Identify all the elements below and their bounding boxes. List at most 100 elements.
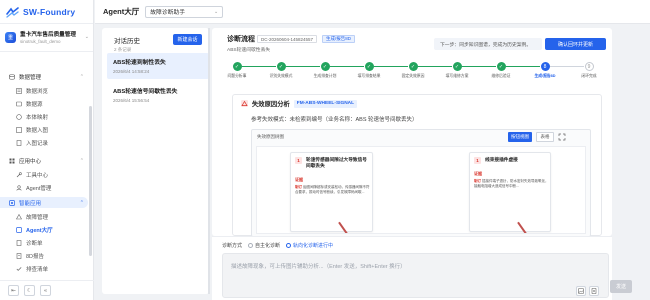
sidebar-item-data-browse[interactable]: 数据浏览: [0, 85, 88, 96]
sidebar-item-tool-center[interactable]: 工具中心: [0, 169, 88, 180]
agent-select[interactable]: 故障诊断助手 ⌄: [145, 5, 224, 18]
expand-icon[interactable]: [558, 133, 566, 141]
history-item[interactable]: ABS轮速到制性丢失 2026/6/4 14:58:24: [107, 53, 209, 79]
sidebar-item-label: 本体映射: [26, 114, 49, 121]
flow-id-badge: DC-20260604-145824557: [257, 35, 318, 43]
message-input[interactable]: 描述故障现象，可上传图片辅助分析...（Enter 发送，Shift+Enter…: [222, 253, 609, 298]
view-table-button[interactable]: 表格: [536, 132, 554, 142]
sidebar-item-checklist[interactable]: 排查清单: [0, 263, 88, 274]
flow-step[interactable]: ✓ 维修后验证: [486, 62, 516, 79]
sidebar-item-label: 诊断单: [26, 240, 43, 247]
radio-selected-icon: [286, 243, 292, 248]
collapse-sidebar-button[interactable]: «: [40, 285, 51, 296]
check-icon: ✓: [276, 62, 286, 71]
sidebar-item-data-source[interactable]: 数据源: [0, 98, 88, 109]
flow-step[interactable]: ✓ 填写排查结果: [354, 62, 384, 79]
sidebar-item-agent-manage[interactable]: Agent管理: [0, 182, 88, 193]
history-item[interactable]: ABS轮速信号间歇性丢失 2026/6/4 15:56:54: [107, 82, 209, 108]
card-body: 制订 插接件端子退针，防水密封失效导致氧化，接触电阻增大造成信号中断...: [474, 179, 550, 188]
radio-label: 自主化诊断: [255, 243, 281, 249]
project-code: sinotruk_fault_demo: [20, 39, 61, 44]
step-label: 闭环完成: [581, 74, 597, 78]
flow-step[interactable]: ✓ 识别失效模式: [266, 62, 296, 79]
mode-radio-auto[interactable]: 自主化诊断: [248, 242, 280, 249]
sidebar-group-data[interactable]: 数据管理 ⌃: [0, 71, 88, 82]
sidebar-item-label: 数据管理: [19, 74, 42, 81]
ticket-icon: [16, 239, 22, 246]
warning-icon: [241, 100, 248, 107]
sidebar-item-agent-hall[interactable]: Agent大厅: [0, 224, 88, 235]
flow-steps: ✓ 问题分析事 ✓ 识别失效模式 ✓ 生成排查计划 ✓ 填写排查结果 ✓ 固定失效原因 ✓ 填写维修方…: [212, 62, 612, 84]
logout-button[interactable]: ⇤: [8, 285, 19, 296]
check-icon: ✓: [408, 62, 418, 71]
step-label: 问题分析事: [227, 74, 247, 78]
history-title: 对话历史: [114, 38, 140, 45]
step-label: 固定失效原因: [401, 74, 425, 78]
project-avatar: 重: [5, 31, 16, 43]
send-button[interactable]: 发送: [610, 280, 632, 293]
failure-mode-badge: FM-ABS-WHEEL-SIGNAL: [293, 99, 358, 108]
flow-step[interactable]: ✓ 问题分析事: [222, 62, 252, 79]
cause-card[interactable]: 1 轮速传感器间隙过大导致信号间歇丢失 证据 制订 齿圈间隙超标或安装松动，传感…: [290, 152, 373, 232]
flow-step[interactable]: 8 生成/报告8D: [530, 62, 560, 79]
sidebar-item-label: 应用中心: [19, 158, 42, 165]
cause-tree-canvas[interactable]: 1 轮速传感器间隙过大导致信号间歇丢失 证据 制订 齿圈间隙超标或安装松动，传感…: [256, 146, 586, 234]
app-logo[interactable]: SW-Foundry: [6, 5, 75, 19]
fault-icon: [16, 213, 22, 220]
sidebar-scrollbar[interactable]: [89, 106, 92, 256]
sidebar-footer: ⇤ ☾ «: [0, 280, 94, 300]
sidebar-item-8d-report[interactable]: 8D报告: [0, 250, 88, 261]
sidebar-item-label: 排查清单: [26, 266, 49, 273]
checklist-icon: [16, 266, 22, 272]
logo-icon: [6, 6, 19, 18]
history-item-title: ABS轮速信号间歇性丢失: [113, 89, 178, 95]
sidebar-divider: [0, 23, 93, 24]
sidebar-item-data-graph[interactable]: 数据入图: [0, 124, 88, 135]
flow-step[interactable]: 9 闭环完成: [574, 62, 604, 79]
report-icon: [16, 252, 22, 259]
flow-status-badge: 生成/报告8D: [322, 35, 356, 43]
card-number: 1: [295, 157, 302, 164]
sidebar-item-graph-record[interactable]: 入图记录: [0, 137, 88, 148]
flow-step[interactable]: ✓ 生成排查计划: [310, 62, 340, 79]
agent-icon: [16, 184, 22, 191]
sidebar-item-label: 工具中心: [26, 172, 49, 179]
history-scrollbar[interactable]: [208, 28, 210, 294]
agent-select-value: 故障诊断助手: [150, 10, 186, 16]
attachment-icon: [591, 288, 597, 294]
chevron-down-icon: ⌄: [214, 8, 219, 15]
project-switcher[interactable]: 重 重卡汽车售后质量管理 sinotruk_fault_demo ⌄: [5, 26, 89, 48]
radio-label: 轨向化诊断进行中: [293, 243, 334, 249]
chevron-up-icon: ⌃: [79, 73, 84, 80]
new-session-button[interactable]: 新建会话: [173, 34, 202, 45]
sidebar-item-diagnosis-ticket[interactable]: 诊断单: [0, 237, 88, 248]
cause-card[interactable]: 1 线束接插件虚接 证据 制订 插接件端子退针，防水密封失效导致氧化，接触电阻增…: [469, 152, 551, 232]
theme-toggle-button[interactable]: ☾: [24, 285, 35, 296]
smart-icon: [9, 199, 15, 206]
sidebar-group-smart-app[interactable]: 智能应用 ⌃: [0, 197, 88, 208]
flow-step[interactable]: ✓ 填写维修方案: [442, 62, 472, 79]
card-body-text: 插接件端子退针，防水密封失效导致氧化，接触电阻增大造成信号中断...: [474, 179, 549, 188]
project-name: 重卡汽车售后质量管理: [20, 32, 76, 38]
sidebar: SW-Foundry 重 重卡汽车售后质量管理 sinotruk_fault_d…: [0, 0, 94, 300]
sidebar-item-ontology[interactable]: 本体映射: [0, 111, 88, 122]
sidebar-group-app[interactable]: 应用中心 ⌃: [0, 155, 88, 166]
source-icon: [16, 101, 22, 107]
mode-radio-guided[interactable]: 轨向化诊断进行中: [286, 242, 333, 249]
step-number: 9: [584, 62, 594, 71]
failure-analysis-section: 失效原因分析 FM-ABS-WHEEL-SIGNAL 参考失效模式：未检索到编号…: [232, 94, 602, 236]
card-body-text: 齿圈间隙超标或安装松动，传感器间隙不符合要求，振动时信号断续，引发故障码间歇..…: [295, 185, 370, 194]
chevron-up-icon: ⌃: [79, 157, 84, 164]
confirm-update-button[interactable]: 确认回环并更新: [545, 38, 606, 50]
attach-file-button[interactable]: [589, 286, 599, 296]
sidebar-item-label: 8D报告: [26, 253, 45, 260]
reference-failure-mode: 参考失效模式：未检索到编号（业务名称：ABS 轮速信号间歇丢失）: [251, 117, 418, 123]
sidebar-item-label: 数据浏览: [26, 88, 49, 95]
view-graph-button[interactable]: 按钮视图: [508, 132, 532, 142]
upload-image-button[interactable]: [576, 286, 586, 296]
sidebar-item-fault-manage[interactable]: 故障管理: [0, 211, 88, 222]
flow-step[interactable]: ✓ 固定失效原因: [398, 62, 428, 79]
sidebar-item-label: 智能应用: [19, 200, 42, 207]
history-panel: 对话历史 2 条记录 新建会话 ABS轮速到制性丢失 2026/6/4 14:5…: [102, 28, 210, 294]
check-icon: ✓: [496, 62, 506, 71]
